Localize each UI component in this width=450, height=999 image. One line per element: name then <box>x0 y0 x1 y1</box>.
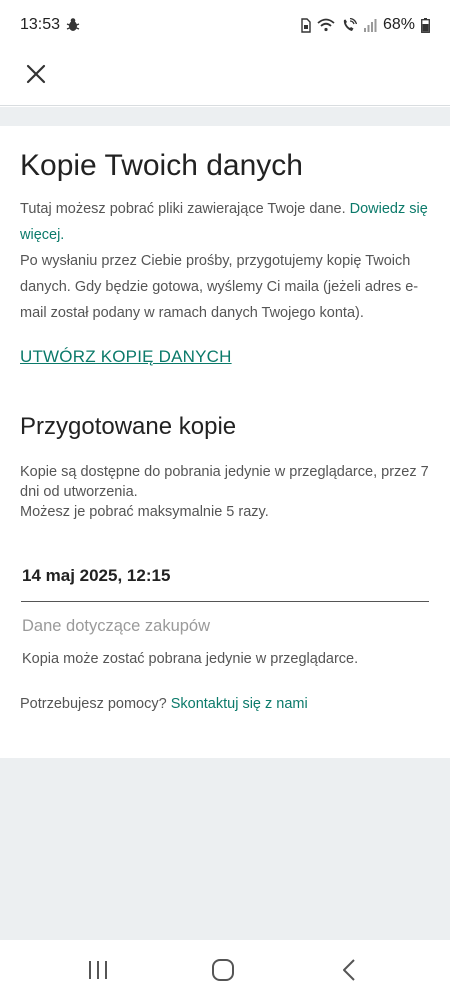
intro-text: Tutaj możesz pobrać pliki zawierające Tw… <box>20 196 430 326</box>
status-time: 13:53 <box>20 16 61 33</box>
copy-date: 14 maj 2025, 12:15 <box>22 566 171 585</box>
contact-us-link[interactable]: Skontaktuj się z nami <box>171 696 308 712</box>
help-text: Potrzebujesz pomocy? Skontaktuj się z na… <box>20 696 308 712</box>
copy-type: Dane dotyczące zakupów <box>22 617 211 635</box>
prepared-desc-1: Kopie są dostępne do pobrania jedynie w … <box>20 464 429 500</box>
battery-text: 68% <box>382 16 415 33</box>
home-icon[interactable] <box>209 956 237 984</box>
header-separator-band <box>0 107 450 126</box>
page-title: Kopie Twoich danych <box>20 149 303 182</box>
main-content: Kopie Twoich danych Tutaj możesz pobrać … <box>0 126 450 758</box>
prepared-copies-desc: Kopie są dostępne do pobrania jedynie w … <box>20 462 430 522</box>
wifi-call-icon <box>341 17 357 33</box>
battery-icon <box>421 17 430 33</box>
bug-icon <box>66 17 80 33</box>
prepared-desc-2: Możesz je pobrać maksymalnie 5 razy. <box>20 504 269 520</box>
recent-apps-icon[interactable] <box>84 956 112 984</box>
wifi-icon <box>317 18 335 32</box>
help-label: Potrzebujesz pomocy? <box>20 696 171 712</box>
create-copy-link[interactable]: UTWÓRZ KOPIĘ DANYCH <box>20 347 232 367</box>
signal-icon <box>363 18 377 32</box>
prepared-copies-title: Przygotowane kopie <box>20 413 237 440</box>
app-bar <box>0 52 450 106</box>
close-icon[interactable] <box>22 60 50 88</box>
system-nav-bar <box>0 940 450 999</box>
intro-text-2: Po wysłaniu przez Ciebie prośby, przygot… <box>20 253 419 321</box>
status-icons: 68% <box>300 15 430 35</box>
intro-text-1: Tutaj możesz pobrać pliki zawierające Tw… <box>20 201 350 217</box>
copy-note: Kopia może zostać pobrana jedynie w prze… <box>22 651 359 667</box>
copy-divider <box>21 601 429 602</box>
footer-area <box>0 758 450 940</box>
sim-icon <box>300 17 311 33</box>
status-bar: 13:53 68% <box>0 0 450 52</box>
back-icon[interactable] <box>336 956 364 984</box>
